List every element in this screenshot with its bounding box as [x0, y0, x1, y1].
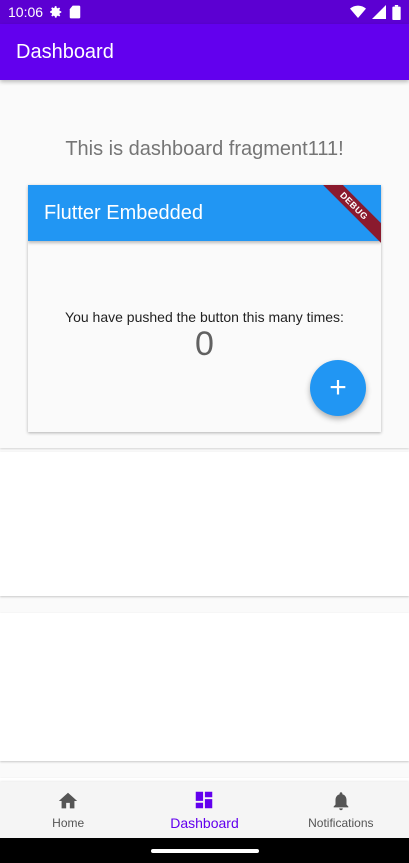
status-time: 10:06 — [8, 4, 44, 20]
home-icon — [58, 792, 78, 809]
increment-fab[interactable]: + — [310, 360, 366, 416]
nav-label-home: Home — [52, 816, 85, 830]
nav-item-notifications[interactable]: Notifications — [273, 782, 409, 838]
counter-value: 0 — [195, 325, 214, 363]
wifi-icon — [350, 5, 366, 18]
battery-icon — [392, 4, 401, 20]
flutter-title: Flutter Embedded — [44, 201, 203, 224]
nav-label-dashboard: Dashboard — [170, 815, 239, 831]
fragment-text: This is dashboard fragment111! — [65, 138, 344, 160]
status-bar: 10:06 — [0, 0, 409, 24]
system-gesture-bar — [0, 838, 409, 863]
plus-icon: + — [329, 371, 347, 404]
dashboard-icon — [196, 791, 213, 809]
blank-card — [0, 613, 409, 761]
bell-icon — [333, 792, 349, 811]
signal-icon — [372, 5, 386, 19]
bottom-navigation: Home Dashboard Notifications — [0, 782, 409, 838]
sd-card-icon — [69, 5, 81, 19]
blank-card — [0, 452, 409, 596]
app-bar-title: Dashboard — [16, 40, 114, 63]
push-count-label: You have pushed the button this many tim… — [65, 309, 344, 325]
nav-label-notifications: Notifications — [308, 816, 374, 830]
app-bar: Dashboard — [0, 24, 409, 80]
nav-item-home[interactable]: Home — [0, 782, 136, 838]
flutter-app-bar: Flutter Embedded — [28, 185, 381, 241]
gesture-handle[interactable] — [151, 849, 259, 853]
settings-icon — [50, 6, 62, 18]
nav-item-dashboard[interactable]: Dashboard — [136, 782, 272, 838]
flutter-embedded-view: Flutter Embedded DEBUG You have pushed t… — [28, 185, 381, 432]
